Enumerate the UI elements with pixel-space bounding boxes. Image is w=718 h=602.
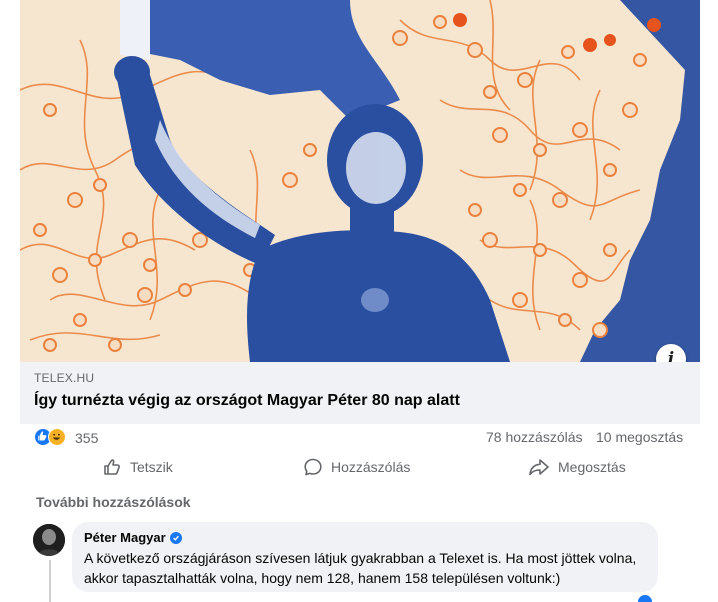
reaction-icons[interactable] [34, 428, 74, 448]
share-icon [529, 459, 549, 476]
map-illustration [20, 0, 700, 362]
comment-icon [304, 458, 322, 476]
thread-line [49, 560, 51, 602]
comment-author-name: Péter Magyar [84, 530, 166, 545]
avatar[interactable] [33, 524, 65, 556]
share-count[interactable]: 10 megosztás [596, 429, 683, 445]
comment-button-label: Hozzászólás [331, 459, 411, 475]
reactions-row: 355 78 hozzászólás 10 megosztás [20, 424, 700, 452]
link-title[interactable]: Így turnézta végig az országot Magyar Pé… [34, 392, 460, 410]
link-preview[interactable]: TELEX.HU Így turnézta végig az országot … [20, 362, 700, 424]
haha-icon [48, 428, 66, 446]
like-button-label: Tetszik [130, 459, 173, 475]
post-action-bar: Tetszik Hozzászólás Megosztás [20, 452, 700, 486]
thumbs-up-icon [104, 459, 120, 475]
like-button[interactable]: Tetszik [102, 452, 173, 482]
reaction-count[interactable]: 355 [75, 430, 98, 446]
comment-button[interactable]: Hozzászólás [303, 452, 410, 482]
comment-author[interactable]: Péter Magyar [84, 530, 182, 545]
comment-text: A következő országjáráson szívesen látju… [84, 550, 637, 586]
comment-count[interactable]: 78 hozzászólás [486, 429, 583, 445]
post-image[interactable] [20, 0, 700, 362]
feed-post-card: i TELEX.HU Így turnézta végig az országo… [0, 0, 718, 602]
share-button[interactable]: Megosztás [528, 452, 626, 482]
share-button-label: Megosztás [558, 459, 626, 475]
more-comments-link[interactable]: További hozzászólások [36, 494, 191, 510]
comment-bubble: Péter Magyar A következő országjáráson s… [72, 522, 658, 592]
verified-badge-icon [169, 531, 182, 544]
comment-like-icon[interactable] [637, 594, 653, 602]
link-domain: TELEX.HU [34, 371, 95, 385]
